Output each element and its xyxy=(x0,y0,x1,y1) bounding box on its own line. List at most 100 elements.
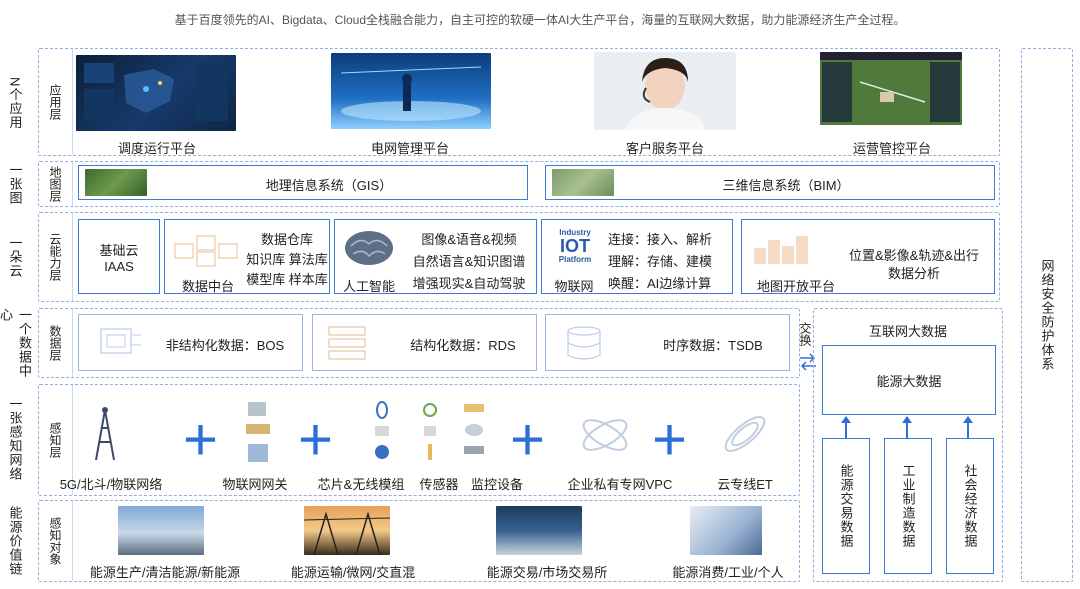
ai-line-2: 自然语言&知识图谱 xyxy=(412,254,526,269)
value-label-trading: 能源交易/市场交易所 xyxy=(486,565,608,580)
map-open-line-2: 数据分析 xyxy=(887,266,940,281)
bim-label: 三维信息系统（BIM） xyxy=(722,178,850,193)
tag-object: 感知对象 xyxy=(39,501,73,581)
camera-icon xyxy=(464,404,484,454)
energy-consumption-image xyxy=(690,506,762,555)
map-open-platform-name: 地图开放平台 xyxy=(756,279,835,294)
gis-map-image xyxy=(85,169,147,196)
plus-icon-1: + xyxy=(183,406,219,473)
perception-label-monitor: 监控设备 xyxy=(470,477,523,492)
data-middle-line-1: 数据仓库 xyxy=(260,232,313,247)
label-one-cloud: 一朵云 xyxy=(7,236,23,278)
grid-management-image xyxy=(331,53,491,129)
iot-line-2: 理解：存储、建模 xyxy=(608,254,713,269)
data-middle-platform-name: 数据中台 xyxy=(181,279,234,294)
energy-big-data-label: 能源大数据 xyxy=(876,373,942,389)
perception-label-et: 云专线ET xyxy=(717,477,773,492)
gis-label: 地理信息系统（GIS） xyxy=(265,178,393,193)
perception-label-chip: 芯片&无线模组 xyxy=(317,477,405,492)
perception-label-gateway: 物联网网关 xyxy=(222,477,288,492)
label-value-chain: 能源价值链 xyxy=(7,506,23,576)
data-middle-line-2: 知识库 算法库 xyxy=(246,252,328,267)
tag-cloud: 云能力层 xyxy=(39,213,73,301)
ai-box: 人工智能 图像&语音&视频 自然语言&知识图谱 增强现实&自动驾驶 xyxy=(334,219,537,294)
energy-big-data-box: 能源大数据 xyxy=(822,345,996,415)
value-label-transport: 能源运输/微网/交直混 xyxy=(290,565,416,580)
source-box-trade: 能源交易数据 xyxy=(822,438,870,574)
bim-model-image xyxy=(552,169,614,196)
data-middle-platform-box: 数据中台 数据仓库 知识库 算法库 模型库 样本库 xyxy=(164,219,330,294)
dedicated-line-icon xyxy=(724,416,766,452)
server-stack-icon xyxy=(328,326,366,360)
source-box-economy: 社会经济数据 xyxy=(946,438,994,574)
perception-label-sensor: 传感器 xyxy=(419,477,459,492)
value-label-production: 能源生产/清洁能源/新能源 xyxy=(89,565,241,580)
tsdb-label: 时序数据：TSDB xyxy=(663,338,763,353)
plus-icon-4: + xyxy=(652,406,688,473)
energy-production-image xyxy=(118,506,204,555)
internet-big-data-title: 互联网大数据 xyxy=(868,324,947,339)
energy-trading-image xyxy=(496,506,582,555)
sensor-icon xyxy=(423,403,437,460)
gis-box: 地理信息系统（GIS） xyxy=(78,165,528,200)
arrow-up-2 xyxy=(902,416,912,438)
perception-label-network: 5G/北斗/物联网络 xyxy=(59,477,163,492)
data-cubes-icon xyxy=(174,235,238,267)
bos-label: 非结构化数据：BOS xyxy=(165,338,285,353)
iaas-box: 基础云 IAAS xyxy=(78,219,160,294)
signal-tower-icon xyxy=(95,407,115,461)
tag-application: 应用层 xyxy=(39,49,73,155)
bos-box: 非结构化数据：BOS xyxy=(78,314,303,371)
operations-control-image xyxy=(820,52,962,125)
city-map-icon xyxy=(754,236,808,264)
chip-module-icon xyxy=(375,401,389,459)
tag-map: 地图层 xyxy=(39,162,73,206)
tsdb-box: 时序数据：TSDB xyxy=(545,314,790,371)
ai-name: 人工智能 xyxy=(342,279,395,294)
label-one-map: 一张图 xyxy=(7,163,23,205)
tag-data: 数据层 xyxy=(39,309,73,377)
label-n-apps: N个应用 xyxy=(7,77,23,130)
data-middle-line-3: 模型库 样本库 xyxy=(246,272,328,287)
bim-box: 三维信息系统（BIM） xyxy=(545,165,995,200)
source-box-industry: 工业制造数据 xyxy=(884,438,932,574)
vpc-network-icon xyxy=(582,419,628,451)
rds-label: 结构化数据：RDS xyxy=(410,338,516,353)
plus-icon-2: + xyxy=(298,406,334,473)
security-label: 网络安全防护体系 xyxy=(1039,259,1055,371)
ai-line-1: 图像&语音&视频 xyxy=(421,232,517,247)
exchange-label: 交换 xyxy=(798,322,812,346)
storage-chip-icon xyxy=(100,328,141,354)
iot-line-3: 唤醒：AI边缘计算 xyxy=(608,276,712,291)
rds-box: 结构化数据：RDS xyxy=(312,314,537,371)
perception-label-vpc: 企业私有专网VPC xyxy=(567,477,673,492)
dispatch-platform-image xyxy=(76,55,236,131)
label-one-data-center: 一个数据中心 xyxy=(0,308,32,378)
app-label-dispatch: 调度运行平台 xyxy=(117,141,196,156)
map-open-line-1: 位置&影像&轨迹&出行 xyxy=(848,248,979,263)
security-panel: 网络安全防护体系 xyxy=(1021,48,1073,582)
gateway-devices-icon xyxy=(246,402,270,462)
iot-box: Industry IOT Platform 物联网 连接：接入、解析 理解：存储… xyxy=(541,219,733,294)
label-one-perception: 一张感知网络 xyxy=(7,397,23,481)
iaas-line-1: 基础云 xyxy=(99,242,139,258)
source-label-trade: 能源交易数据 xyxy=(838,464,854,548)
iot-logo-line-3: Platform xyxy=(558,255,592,264)
source-label-industry: 工业制造数据 xyxy=(900,464,916,548)
app-label-customer: 客户服务平台 xyxy=(625,141,704,156)
iot-name: 物联网 xyxy=(554,279,594,294)
plus-icon-3: + xyxy=(510,406,546,473)
energy-transport-image xyxy=(304,506,390,555)
iot-line-1: 连接：接入、解析 xyxy=(608,232,713,247)
map-open-platform-box: 地图开放平台 位置&影像&轨迹&出行 数据分析 xyxy=(741,219,995,294)
page-subtitle: 基于百度领先的AI、Bigdata、Cloud全栈融合能力，自主可控的软硬一体A… xyxy=(174,13,906,27)
app-label-operations: 运营管控平台 xyxy=(852,141,931,156)
database-icon xyxy=(567,326,601,360)
source-label-economy: 社会经济数据 xyxy=(962,464,978,548)
arrow-up-3 xyxy=(963,416,973,438)
brain-icon xyxy=(345,231,393,265)
iaas-line-2: IAAS xyxy=(104,258,134,274)
arrow-up-1 xyxy=(841,416,851,438)
customer-service-image xyxy=(594,52,736,130)
value-label-consumption: 能源消费/工业/个人 xyxy=(672,565,784,580)
